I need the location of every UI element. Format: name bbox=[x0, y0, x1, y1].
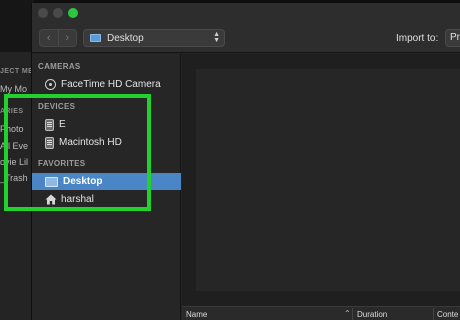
chevron-up-down-icon: ▲ ▼ bbox=[213, 31, 220, 44]
import-to-label: Import to: bbox=[396, 33, 439, 44]
navigation-buttons: ‹ › bbox=[39, 29, 77, 47]
column-header-content[interactable]: Conte bbox=[437, 310, 458, 319]
chevron-right-icon: › bbox=[65, 32, 70, 44]
forward-button[interactable]: › bbox=[57, 30, 77, 46]
location-label: Desktop bbox=[107, 32, 144, 44]
zoom-window-button[interactable] bbox=[68, 8, 78, 18]
sidebar-item-label: FaceTime HD Camera bbox=[61, 79, 161, 90]
column-divider[interactable] bbox=[433, 308, 434, 320]
background-section-label: JECT ME bbox=[0, 68, 34, 75]
list-header: Name ⌃ Duration Conte bbox=[182, 306, 460, 320]
sidebar-item-facetime-camera[interactable]: FaceTime HD Camera bbox=[32, 76, 181, 93]
folder-icon bbox=[90, 34, 101, 42]
chevron-left-icon: ‹ bbox=[46, 32, 51, 44]
location-popup[interactable]: Desktop ▲ ▼ bbox=[83, 29, 225, 47]
camera-icon bbox=[45, 79, 56, 90]
column-header-name[interactable]: Name bbox=[186, 310, 207, 319]
background-item: My Mo bbox=[0, 84, 27, 94]
content-area: Name ⌃ Duration Conte bbox=[182, 54, 460, 320]
background-app-header bbox=[0, 0, 34, 52]
import-to-popup[interactable]: Pr bbox=[445, 29, 460, 47]
close-window-button[interactable] bbox=[38, 8, 48, 18]
minimize-window-button[interactable] bbox=[53, 8, 63, 18]
sort-indicator-icon: ⌃ bbox=[344, 309, 351, 318]
highlight-annotation-box bbox=[4, 94, 151, 211]
title-bar bbox=[32, 3, 460, 23]
back-button[interactable]: ‹ bbox=[40, 30, 58, 46]
toolbar: ‹ › Desktop ▲ ▼ Import to: Pr bbox=[32, 23, 460, 53]
preview-pane bbox=[196, 69, 460, 291]
column-header-duration[interactable]: Duration bbox=[357, 310, 387, 319]
section-header-cameras: CAMERAS bbox=[38, 62, 81, 71]
column-divider[interactable] bbox=[352, 308, 353, 320]
